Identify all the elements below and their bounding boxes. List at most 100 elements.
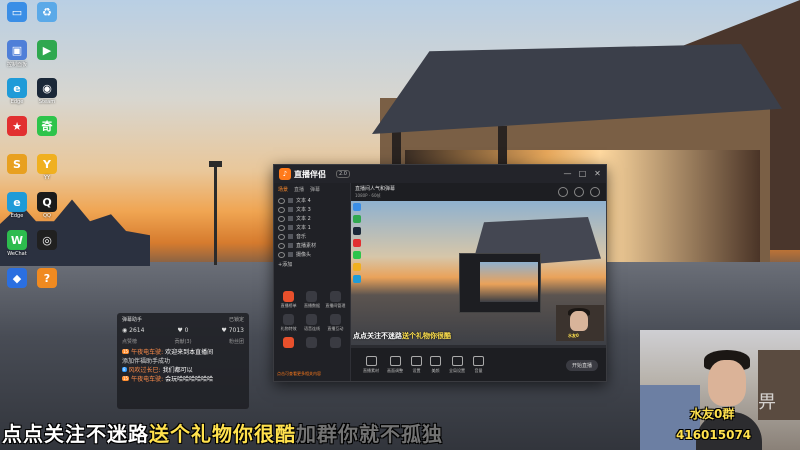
toolbar-icon bbox=[411, 356, 422, 366]
scene-item[interactable]: 文本 1 bbox=[278, 223, 346, 232]
sidebar-tool[interactable]: 直播间管理 bbox=[324, 291, 347, 309]
chat-lock-toggle[interactable]: 已锁定 bbox=[229, 316, 244, 323]
desktop-shortcut[interactable]: ◆ bbox=[2, 268, 32, 289]
chat-username[interactable]: 午夜电车驶: bbox=[131, 349, 163, 356]
tab-danmaku[interactable]: 弹幕 bbox=[310, 186, 320, 193]
scene-item-label: 文本 1 bbox=[296, 225, 311, 231]
preview-scrollbar[interactable] bbox=[351, 345, 606, 348]
level-badge: 15 bbox=[122, 376, 130, 381]
sidebar-tool-label: 语音连线 bbox=[303, 326, 320, 331]
chat-messages: 15 午夜电车驶: 欢迎来到本直播间 添加伴福助手成功 8 风吹过长巳: 我们都可以 15 午夜… bbox=[122, 348, 246, 384]
desktop-shortcut[interactable]: e Edge bbox=[2, 78, 32, 105]
toolbar-button[interactable]: 直播素材 bbox=[363, 356, 379, 374]
sidebar-tool[interactable]: 礼物特效 bbox=[277, 314, 300, 332]
scene-item[interactable]: 文本 4 bbox=[278, 196, 346, 205]
eye-icon[interactable] bbox=[278, 197, 285, 204]
desktop-shortcut[interactable]: e Edge bbox=[2, 192, 32, 219]
settings-icon[interactable] bbox=[574, 187, 584, 197]
desktop-shortcut[interactable]: Y YY bbox=[32, 154, 62, 181]
close-button[interactable]: ✕ bbox=[593, 169, 602, 178]
chat-username[interactable]: 风吹过长巳: bbox=[129, 367, 161, 374]
eye-icon[interactable] bbox=[278, 215, 285, 222]
sidebar-tool-label: 直播榜单 bbox=[280, 303, 297, 308]
eye-icon[interactable] bbox=[278, 242, 285, 249]
sidebar-tool[interactable] bbox=[277, 337, 300, 349]
desktop-shortcut[interactable]: S bbox=[2, 154, 32, 175]
preview-icon bbox=[353, 251, 361, 259]
sidebar-tool[interactable]: 直播互动 bbox=[324, 314, 347, 332]
player-icon: ▶ bbox=[37, 40, 57, 60]
preview-webcam: 水友0 bbox=[556, 305, 604, 341]
eye-icon[interactable] bbox=[278, 224, 285, 231]
scene-item[interactable]: 文本 3 bbox=[278, 205, 346, 214]
ticker-yellow: 送个礼物你很酷 bbox=[149, 422, 296, 446]
stream-preview[interactable]: 水友0 点点关注不迷路送个礼物你很酷 bbox=[351, 201, 606, 348]
desktop-shortcut[interactable]: ◉ Steam bbox=[32, 78, 62, 105]
qq-icon: Q bbox=[37, 192, 57, 212]
desktop-shortcut[interactable]: ? bbox=[32, 268, 62, 289]
desktop-shortcut[interactable]: ▣ 控制面板 bbox=[2, 40, 32, 68]
preview-webcam-face bbox=[570, 311, 588, 331]
share-icon[interactable] bbox=[558, 187, 568, 197]
maximize-button[interactable]: □ bbox=[578, 169, 587, 178]
toolbar-button-label: 直播素材 bbox=[363, 368, 379, 373]
desktop-shortcut[interactable]: ▭ bbox=[2, 2, 32, 23]
source-icon bbox=[288, 234, 293, 239]
more-icon[interactable] bbox=[590, 187, 600, 197]
wallpaper-lamppost bbox=[214, 165, 217, 265]
toolbar-button[interactable]: 全局设置 bbox=[449, 356, 465, 374]
tab-contribution[interactable]: 贡献(3) bbox=[174, 338, 191, 345]
toolbar-icon bbox=[430, 356, 441, 366]
app-name: 直播伴侣 bbox=[294, 170, 326, 179]
toolbar-button[interactable]: 美颜 bbox=[430, 356, 441, 374]
add-scene-button[interactable]: +添加 bbox=[274, 259, 350, 270]
toolbar-button[interactable]: 画面调整 bbox=[387, 356, 403, 374]
chat-tabs: 点赞榜 贡献(3) 粉丝团 bbox=[122, 338, 244, 345]
toolbar-button[interactable]: 设置 bbox=[411, 356, 422, 374]
desktop-shortcut[interactable]: ▶ bbox=[32, 40, 62, 61]
chat-message: 15 午夜电车驶: 欢迎来到本直播间 bbox=[122, 348, 246, 357]
chat-username[interactable]: 午夜电车驶: bbox=[131, 376, 163, 383]
obs-icon: ◎ bbox=[37, 230, 57, 250]
window-controls: — □ ✕ bbox=[563, 169, 602, 178]
sidebar-tool[interactable]: 直播榜单 bbox=[277, 291, 300, 309]
sidebar-footer-link[interactable]: 点击可查看更多相关内容 bbox=[277, 371, 321, 377]
preview-nested-app bbox=[459, 253, 541, 313]
preview-icon bbox=[353, 263, 361, 271]
preview-ticker-yellow: 送个礼物你很酷 bbox=[402, 332, 451, 340]
sidebar-tool[interactable] bbox=[324, 337, 347, 349]
sidebar-tool[interactable]: 语音连线 bbox=[300, 314, 323, 332]
toolbar-button[interactable]: 音量 bbox=[473, 356, 484, 374]
desktop-shortcut[interactable]: ★ bbox=[2, 116, 32, 137]
sidebar-tool[interactable] bbox=[300, 337, 323, 349]
desktop-shortcut[interactable]: Q QQ bbox=[32, 192, 62, 219]
streaming-app-window[interactable]: ♪ 直播伴侣 2.0 — □ ✕ 场景 直播 弹幕 文本 4 文本 3 文本 2 文本… bbox=[273, 164, 607, 382]
tool-icon bbox=[329, 291, 341, 302]
desktop-shortcut-label: Edge bbox=[10, 213, 24, 219]
tab-likes[interactable]: 点赞榜 bbox=[122, 338, 137, 345]
chat-message: 添加伴福助手成功 bbox=[122, 357, 246, 366]
tab-fans[interactable]: 粉丝团 bbox=[229, 338, 244, 345]
scene-item[interactable]: 音乐 bbox=[278, 232, 346, 241]
source-icon bbox=[288, 225, 293, 230]
desktop-shortcut[interactable]: ◎ bbox=[32, 230, 62, 251]
eye-icon[interactable] bbox=[278, 251, 285, 258]
scene-item[interactable]: 摄像头 bbox=[278, 250, 346, 259]
preview-icon bbox=[353, 239, 361, 247]
app-title-bar[interactable]: ♪ 直播伴侣 2.0 — □ ✕ bbox=[274, 165, 606, 183]
eye-icon[interactable] bbox=[278, 233, 285, 240]
minimize-button[interactable]: — bbox=[563, 169, 572, 178]
webcam-overlay-name: 水友0群 bbox=[690, 407, 735, 421]
start-live-button[interactable]: 开始直播 bbox=[566, 359, 598, 371]
desktop-shortcut[interactable]: ♻ bbox=[32, 2, 62, 23]
desktop-shortcut[interactable]: W WeChat bbox=[2, 230, 32, 257]
sidebar-tool[interactable]: 直播数据 bbox=[300, 291, 323, 309]
chat-message: 8 风吹过长巳: 我们都可以 bbox=[122, 366, 246, 375]
tab-live[interactable]: 直播 bbox=[294, 186, 304, 193]
scene-item[interactable]: 文本 2 bbox=[278, 214, 346, 223]
eye-icon[interactable] bbox=[278, 206, 285, 213]
desktop-shortcut[interactable]: 奇 bbox=[32, 116, 62, 137]
like-icon: ♥ bbox=[177, 327, 185, 334]
scene-item[interactable]: 直播素材 bbox=[278, 241, 346, 250]
tab-scenes[interactable]: 场景 bbox=[278, 186, 288, 193]
